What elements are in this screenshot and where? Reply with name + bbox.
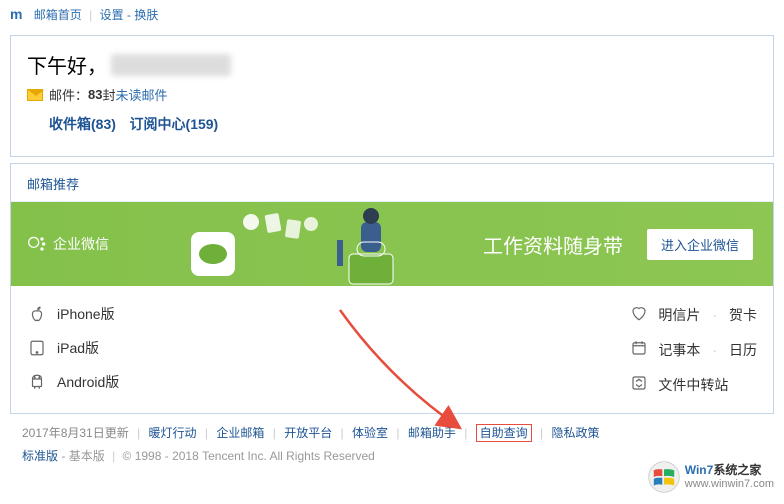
footer-link[interactable]: 企业邮箱 <box>216 426 264 440</box>
standard-version-link[interactable]: 标准版 <box>22 449 58 463</box>
transfer-label: 文件中转站 <box>658 375 728 395</box>
notebook-label: 记事本 <box>658 340 700 360</box>
nav-settings[interactable]: 设置 <box>100 8 124 22</box>
ipad-label: iPad版 <box>57 338 99 358</box>
nav-home[interactable]: 邮箱首页 <box>34 8 82 22</box>
banner-illustration <box>161 202 421 286</box>
ipad-link[interactable]: iPad版 <box>27 338 119 358</box>
greeting-card: 下午好， 邮件： 83 封 未读邮件 收件箱(83) 订阅中心(159) <box>10 35 774 157</box>
basic-version: 基本版 <box>69 449 105 463</box>
username-blurred <box>111 54 231 76</box>
separator: - <box>61 449 68 463</box>
postcard-label: 明信片 <box>658 305 700 325</box>
mail-suffix: 封 <box>102 85 115 104</box>
wework-text: 企业微信 <box>53 234 109 254</box>
nav-skin[interactable]: 换肤 <box>134 8 158 22</box>
separator: · <box>712 342 717 358</box>
wework-label: 企业微信 <box>27 234 109 254</box>
unread-link[interactable]: 未读邮件 <box>116 85 168 104</box>
android-icon <box>27 372 47 392</box>
footer-link[interactable]: 暖灯行动 <box>149 426 197 440</box>
greetingcard-label: 贺卡 <box>729 305 757 325</box>
self-query-highlight: 自助查询 <box>476 424 532 442</box>
calendar-label: 日历 <box>729 340 757 360</box>
footer-link[interactable]: 隐私政策 <box>552 426 600 440</box>
envelope-icon <box>27 89 43 101</box>
android-label: Android版 <box>57 372 119 392</box>
apple-icon <box>27 304 47 324</box>
footer-link[interactable]: 邮箱助手 <box>408 426 456 440</box>
mail-count: 83 <box>88 87 102 102</box>
footer: 2017年8月31日更新 | 暖灯行动 | 企业邮箱 | 开放平台 | 体验室 … <box>22 424 774 464</box>
watermark: Win7系统之家 www.winwin7.com <box>647 460 774 494</box>
greeting: 下午好， <box>27 50 757 79</box>
watermark-brand: Win7系统之家 <box>685 463 774 477</box>
watermark-text: Win7系统之家 www.winwin7.com <box>685 463 774 491</box>
footer-links: 2017年8月31日更新 | 暖灯行动 | 企业邮箱 | 开放平台 | 体验室 … <box>22 424 774 441</box>
mail-summary: 邮件： 83 封 未读邮件 <box>27 85 757 104</box>
iphone-label: iPhone版 <box>57 304 115 324</box>
watermark-url: www.winwin7.com <box>685 478 774 491</box>
platform-list-right: 明信片 · 贺卡 记事本 · 日历 文件中转站 <box>630 294 757 405</box>
footer-link[interactable]: 开放平台 <box>284 426 332 440</box>
top-nav: m 邮箱首页 | 设置 - 换肤 <box>0 0 784 29</box>
heart-icon <box>630 304 648 325</box>
transfer-icon <box>630 374 648 395</box>
enter-wework-button[interactable]: 进入企业微信 <box>647 229 753 260</box>
separator: | <box>89 8 92 22</box>
folder-links: 收件箱(83) 订阅中心(159) <box>27 114 757 134</box>
tablet-icon <box>27 338 47 358</box>
platform-row: iPhone版 iPad版 Android版 明信片 · 贺卡 记事本 · <box>11 286 773 413</box>
update-date: 2017年8月31日更新 <box>22 426 129 440</box>
separator: · <box>712 307 717 323</box>
copyright-text: © 1998 - 2018 Tencent Inc. All Rights Re… <box>123 449 375 463</box>
iphone-link[interactable]: iPhone版 <box>27 304 119 324</box>
subscription-link[interactable]: 订阅中心(159) <box>130 116 219 132</box>
recommend-header: 邮箱推荐 <box>11 164 773 202</box>
wework-icon <box>27 234 47 254</box>
android-link[interactable]: Android版 <box>27 372 119 392</box>
logo-suffix: m <box>10 6 22 22</box>
greeting-text: 下午好， <box>27 50 107 79</box>
calendar-icon <box>630 339 648 360</box>
banner-slogan: 工作资料随身带 <box>483 230 623 259</box>
footer-link[interactable]: 体验室 <box>352 426 388 440</box>
notebook-link[interactable]: 记事本 · 日历 <box>630 339 757 360</box>
inbox-link[interactable]: 收件箱(83) <box>49 116 116 132</box>
win7-logo-icon <box>647 460 681 494</box>
postcard-link[interactable]: 明信片 · 贺卡 <box>630 304 757 325</box>
mail-prefix: 邮件： <box>49 85 88 104</box>
transfer-link[interactable]: 文件中转站 <box>630 374 757 395</box>
wework-banner[interactable]: 企业微信 工作资料随身带 进入企业微信 <box>11 202 773 286</box>
platform-list-left: iPhone版 iPad版 Android版 <box>27 294 119 405</box>
recommend-card: 邮箱推荐 企业微信 工作资料随身带 进入企业微信 <box>10 163 774 414</box>
footer-link-self-query[interactable]: 自助查询 <box>480 426 528 440</box>
